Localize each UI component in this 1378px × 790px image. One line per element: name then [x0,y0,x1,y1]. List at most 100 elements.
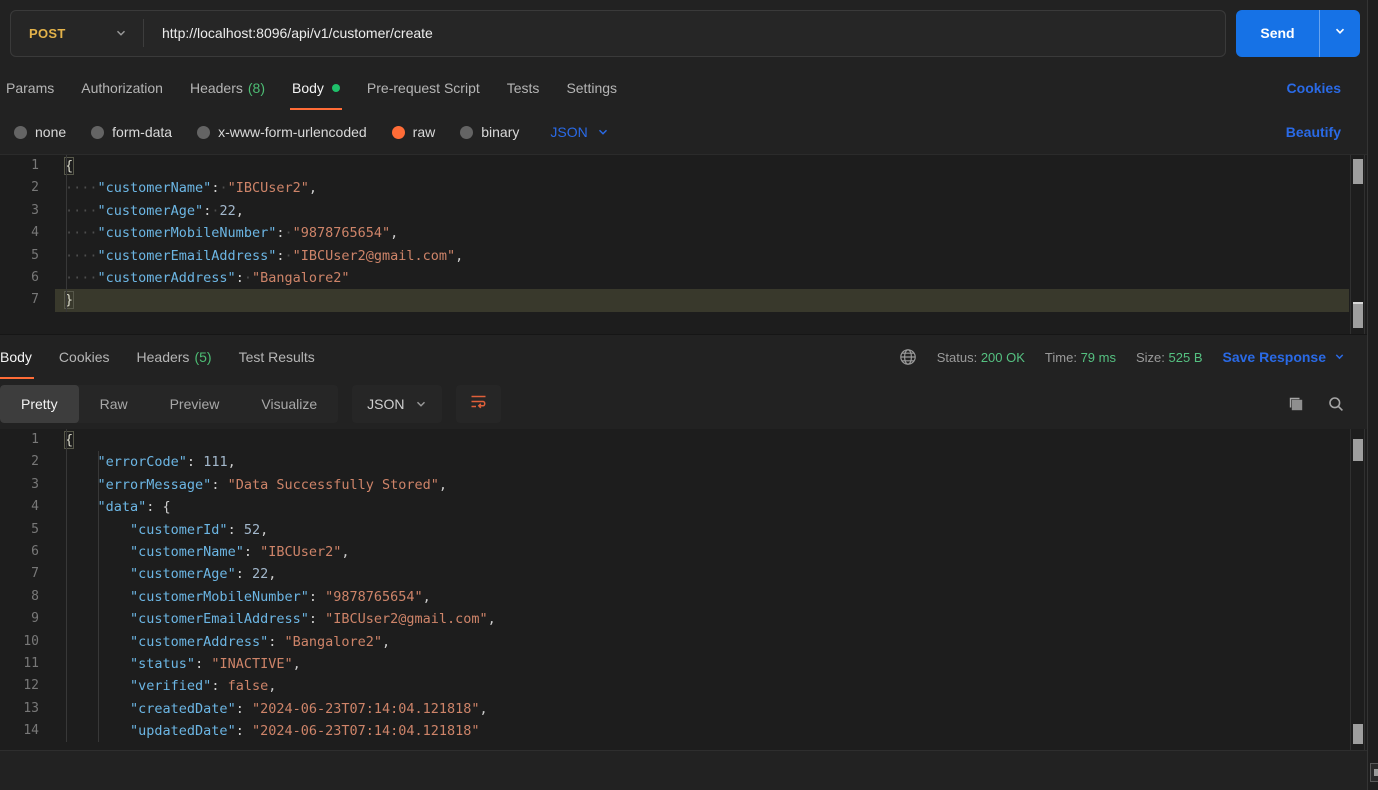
code-line[interactable]: "status": "INACTIVE", [55,653,1349,675]
code-line[interactable]: { [55,429,1349,451]
code-line[interactable]: "customerAddress": "Bangalore2", [55,631,1349,653]
token-punc: : [195,656,211,672]
raw-format-dropdown[interactable]: JSON [550,124,608,140]
code-line[interactable]: "data": { [55,496,1349,518]
response-tab-test-results[interactable]: Test Results [239,335,315,379]
code-line[interactable]: "customerId": 52, [55,519,1349,541]
line-number: 2 [0,177,55,199]
radio-x-www-form-urlencoded[interactable]: x-www-form-urlencoded [197,124,367,140]
scrollbar-thumb[interactable] [1353,439,1363,461]
tab-headers[interactable]: Headers(8) [190,66,265,110]
scroll-corner-button[interactable] [1370,763,1378,782]
beautify-link[interactable]: Beautify [1286,124,1341,140]
cookies-link[interactable]: Cookies [1287,80,1341,96]
body-type-row: none form-data x-www-form-urlencoded raw… [0,110,1367,155]
token-key: "errorCode" [98,454,187,470]
line-number: 8 [0,586,55,608]
token-punc: , [382,634,390,650]
code-line[interactable]: ····"customerAddress":·"Bangalore2" [55,267,1349,289]
url-input[interactable]: http://localhost:8096/api/v1/customer/cr… [144,25,433,41]
line-number: 11 [0,653,55,675]
network-globe-icon[interactable] [899,348,917,366]
save-response-button[interactable]: Save Response [1223,349,1346,365]
editor-scrollbar[interactable] [1350,429,1365,750]
code-line[interactable]: ····"customerEmailAddress":·"IBCUser2@gm… [55,245,1349,267]
token-punc: , [309,180,317,196]
code-line[interactable]: "customerAge": 22, [55,563,1349,585]
response-tab-cookies[interactable]: Cookies [59,335,110,379]
token-punc: : { [146,499,170,515]
code-line[interactable]: "customerEmailAddress": "IBCUser2@gmail.… [55,608,1349,630]
tab-tests[interactable]: Tests [507,66,540,110]
scrollbar-thumb[interactable] [1353,159,1363,184]
response-header: Body Cookies Headers(5) Test Results Sta… [0,335,1367,379]
code-line[interactable]: ····"customerName":·"IBCUser2", [55,177,1349,199]
wrap-text-button[interactable] [456,385,501,423]
request-url-bar: POST http://localhost:8096/api/v1/custom… [0,0,1367,66]
view-visualize[interactable]: Visualize [240,385,338,423]
indent-guide [98,451,99,742]
response-tab-headers[interactable]: Headers(5) [137,335,212,379]
line-number: 1 [0,429,55,451]
token-punc: : [236,566,252,582]
send-options-button[interactable] [1320,10,1360,57]
token-key: "customerMobileNumber" [98,225,277,241]
code-area[interactable]: {····"customerName":·"IBCUser2",····"cus… [55,155,1349,312]
code-line[interactable]: ····"customerAge":·22, [55,200,1349,222]
radio-raw[interactable]: raw [392,124,436,140]
request-body-editor[interactable]: 1234567 {····"customerName":·"IBCUser2",… [0,155,1367,335]
token-num: 52 [244,522,260,538]
tab-pre-request-script[interactable]: Pre-request Script [367,66,480,110]
code-line[interactable]: { [55,155,1349,177]
view-pretty[interactable]: Pretty [0,385,79,423]
token-key: "customerAge" [98,203,204,219]
code-line[interactable]: "customerName": "IBCUser2", [55,541,1349,563]
radio-none[interactable]: none [14,124,66,140]
window-scrollbar-gutter[interactable] [1367,0,1378,790]
scrollbar-thumb[interactable] [1353,302,1363,328]
code-line[interactable]: "verified": false, [55,675,1349,697]
code-line[interactable]: ····"customerMobileNumber":·"9878765654"… [55,222,1349,244]
method-selector[interactable]: POST [11,26,143,41]
tab-body[interactable]: Body [292,66,340,110]
view-preview[interactable]: Preview [149,385,241,423]
token-key: "verified" [130,678,211,694]
line-number: 3 [0,200,55,222]
token-str: "IBCUser2" [228,180,309,196]
token-ws: · [219,180,227,196]
token-ws: ···· [65,248,98,264]
code-line[interactable]: "errorMessage": "Data Successfully Store… [55,474,1349,496]
token-key: "customerAddress" [98,270,236,286]
search-icon[interactable] [1327,395,1345,413]
token-ws: ···· [65,225,98,241]
code-line[interactable]: } [55,289,1349,311]
response-body-editor[interactable]: 1234567891011121314 { "errorCode": 111, … [0,429,1367,751]
editor-scrollbar[interactable] [1350,155,1365,334]
indent-guide [66,429,67,742]
view-raw[interactable]: Raw [79,385,149,423]
chevron-down-icon [1334,24,1346,42]
tab-authorization[interactable]: Authorization [81,66,163,110]
copy-icon[interactable] [1287,395,1305,413]
tab-params[interactable]: Params [6,66,54,110]
radio-binary[interactable]: binary [460,124,519,140]
tab-settings[interactable]: Settings [566,66,617,110]
code-line[interactable]: "errorCode": 111, [55,451,1349,473]
token-key: "customerName" [130,544,244,560]
code-area[interactable]: { "errorCode": 111, "errorMessage": "Dat… [55,429,1349,742]
response-format-dropdown[interactable]: JSON [352,385,441,423]
scrollbar-thumb[interactable] [1353,724,1363,744]
send-button[interactable]: Send [1236,10,1319,57]
token-punc: , [480,701,488,717]
token-punc: : [236,270,244,286]
response-tab-body[interactable]: Body [0,335,32,379]
token-str: "2024-06-23T07:14:04.121818" [252,723,480,739]
code-line[interactable]: "updatedDate": "2024-06-23T07:14:04.1218… [55,720,1349,742]
time-badge: Time: 79 ms [1045,350,1116,365]
token-str: "Data Successfully Stored" [228,477,439,493]
code-line[interactable]: "createdDate": "2024-06-23T07:14:04.1218… [55,698,1349,720]
indent-guide [66,155,67,312]
code-line[interactable]: "customerMobileNumber": "9878765654", [55,586,1349,608]
radio-form-data[interactable]: form-data [91,124,172,140]
token-key: "customerId" [130,522,228,538]
